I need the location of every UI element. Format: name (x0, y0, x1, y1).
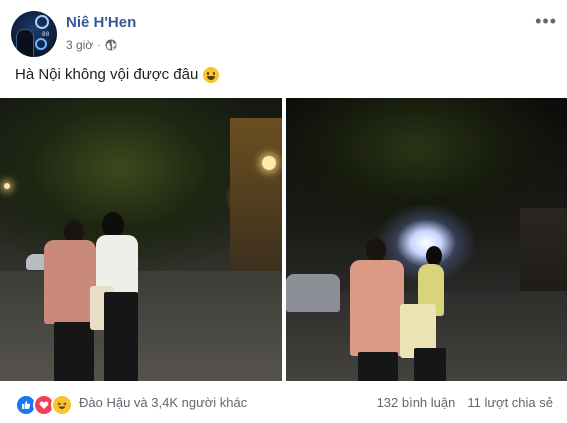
person-head (366, 238, 386, 262)
street-light (262, 156, 276, 170)
status-text: Hà Nội không vội được đâu (15, 66, 199, 83)
avatar-text: 80 (42, 31, 50, 38)
person-pants (54, 322, 94, 381)
person-pants (358, 352, 398, 381)
post-card: 80 Niê H'Hen 3 giờ · ••• Hà Nội không vộ… (0, 0, 567, 423)
reaction-summary[interactable]: Đào Hậu và 3,4K người khác (79, 395, 247, 410)
avatar-ring-decoration (35, 15, 49, 29)
post-timestamp[interactable]: 3 giờ (66, 38, 93, 52)
globe-icon[interactable] (105, 39, 117, 51)
post-footer: Đào Hậu và 3,4K người khác 132 bình luận… (0, 383, 567, 423)
photo-grid (0, 98, 567, 381)
more-options-icon[interactable]: ••• (535, 12, 557, 30)
person-head (426, 246, 442, 266)
person-pants (104, 292, 138, 381)
person-pink-shirt (350, 260, 404, 356)
building-shopfront (230, 118, 282, 278)
person-pants (414, 348, 446, 381)
author-avatar[interactable]: 80 (11, 11, 57, 57)
street-road (0, 271, 282, 381)
street-light (4, 183, 10, 189)
shares-count[interactable]: 11 lượt chia sẻ (467, 395, 553, 410)
post-status: Hà Nội không vội được đâu (15, 66, 220, 83)
photo-left[interactable] (0, 98, 282, 381)
haha-icon (51, 394, 73, 416)
avatar-ring-decoration-2 (35, 38, 47, 50)
comments-count[interactable]: 132 bình luận (377, 395, 456, 410)
photo-right[interactable] (286, 98, 567, 381)
post-meta: 3 giờ · (66, 38, 117, 52)
meta-separator: · (97, 39, 101, 51)
parked-car (286, 274, 340, 312)
reaction-icons[interactable] (15, 394, 73, 416)
avatar-person-silhouette (16, 29, 34, 57)
engagement-stats: 132 bình luận 11 lượt chia sẻ (377, 395, 553, 410)
person-pink-shirt (44, 240, 96, 324)
author-name[interactable]: Niê H'Hen (66, 14, 136, 31)
grinning-face-emoji-icon (203, 66, 220, 83)
